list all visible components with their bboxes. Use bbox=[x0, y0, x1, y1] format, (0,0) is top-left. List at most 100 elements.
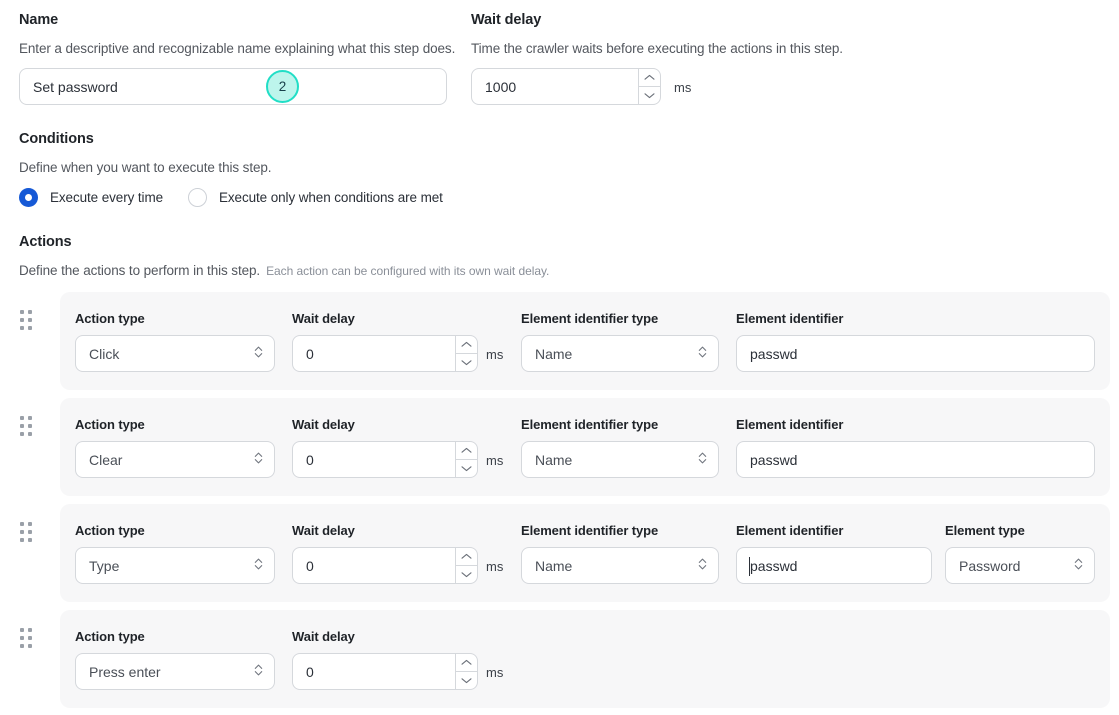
action-type-select[interactable]: Press enter bbox=[75, 653, 275, 690]
element-identifier-type-select[interactable]: Name bbox=[521, 441, 719, 478]
action-row: Action type Clear Wait delay 0 ms Elemen… bbox=[60, 398, 1110, 496]
action-type-value: Click bbox=[89, 345, 120, 362]
chevron-up-down-icon bbox=[698, 557, 707, 574]
conditions-description: Define when you want to execute this ste… bbox=[19, 160, 272, 175]
wait-delay-value: 0 bbox=[306, 557, 314, 574]
actions-label: Actions bbox=[19, 234, 72, 250]
action-type-label: Action type bbox=[75, 523, 145, 538]
element-identifier-type-value: Name bbox=[535, 345, 573, 362]
chevron-up-icon[interactable] bbox=[456, 654, 477, 672]
element-identifier-input[interactable]: passwd bbox=[736, 441, 1095, 478]
chevron-up-down-icon bbox=[254, 451, 263, 468]
element-identifier-type-value: Name bbox=[535, 557, 573, 574]
drag-handle[interactable] bbox=[20, 416, 36, 437]
chevron-down-icon[interactable] bbox=[456, 672, 477, 690]
actions-description: Define the actions to perform in this st… bbox=[19, 263, 550, 278]
wait-delay-unit: ms bbox=[486, 665, 504, 680]
radio-selected-icon[interactable] bbox=[19, 188, 38, 207]
conditions-label: Conditions bbox=[19, 131, 94, 147]
action-row: Action type Press enter Wait delay 0 ms bbox=[60, 610, 1110, 708]
radio-execute-every-time-label: Execute every time bbox=[50, 190, 163, 205]
drag-handle[interactable] bbox=[20, 628, 36, 649]
step-number-badge: 2 bbox=[266, 70, 299, 103]
wait-delay-label: Wait delay bbox=[292, 417, 355, 432]
step-wait-delay-label: Wait delay bbox=[471, 12, 542, 28]
element-identifier-value: passwd bbox=[750, 557, 798, 574]
chevron-down-icon[interactable] bbox=[456, 566, 477, 584]
element-identifier-input[interactable]: passwd bbox=[736, 335, 1095, 372]
wait-delay-unit: ms bbox=[486, 453, 504, 468]
wait-delay-stepper[interactable] bbox=[455, 336, 477, 371]
chevron-up-icon[interactable] bbox=[639, 69, 660, 87]
element-type-value: Password bbox=[959, 557, 1021, 574]
chevron-down-icon[interactable] bbox=[456, 354, 477, 372]
chevron-down-icon[interactable] bbox=[456, 460, 477, 478]
element-identifier-type-select[interactable]: Name bbox=[521, 547, 719, 584]
chevron-up-icon[interactable] bbox=[456, 336, 477, 354]
step-wait-delay-unit: ms bbox=[674, 80, 692, 95]
action-type-value: Type bbox=[89, 557, 120, 574]
step-wait-delay-stepper[interactable] bbox=[638, 69, 660, 104]
drag-handle[interactable] bbox=[20, 310, 36, 331]
action-row: Action type Type Wait delay 0 ms Element… bbox=[60, 504, 1110, 602]
wait-delay-label: Wait delay bbox=[292, 311, 355, 326]
element-identifier-value: passwd bbox=[750, 451, 798, 468]
wait-delay-input[interactable]: 0 bbox=[292, 335, 478, 372]
wait-delay-input[interactable]: 0 bbox=[292, 441, 478, 478]
radio-execute-when-conditions-met-label: Execute only when conditions are met bbox=[219, 190, 443, 205]
wait-delay-unit: ms bbox=[486, 347, 504, 362]
wait-delay-input[interactable]: 0 bbox=[292, 653, 478, 690]
chevron-up-down-icon bbox=[698, 451, 707, 468]
drag-handle[interactable] bbox=[20, 522, 36, 543]
element-identifier-value: passwd bbox=[750, 345, 798, 362]
chevron-up-down-icon bbox=[254, 557, 263, 574]
chevron-up-icon[interactable] bbox=[456, 548, 477, 566]
element-identifier-type-label: Element identifier type bbox=[521, 523, 659, 538]
element-identifier-label: Element identifier bbox=[736, 311, 844, 326]
name-label: Name bbox=[19, 12, 59, 28]
step-wait-delay-description: Time the crawler waits before executing … bbox=[471, 41, 843, 56]
radio-execute-when-conditions-met[interactable]: Execute only when conditions are met bbox=[188, 188, 443, 207]
radio-unselected-icon[interactable] bbox=[188, 188, 207, 207]
wait-delay-value: 0 bbox=[306, 345, 314, 362]
radio-execute-every-time[interactable]: Execute every time bbox=[19, 188, 163, 207]
chevron-up-down-icon bbox=[254, 345, 263, 362]
element-identifier-type-label: Element identifier type bbox=[521, 417, 659, 432]
wait-delay-stepper[interactable] bbox=[455, 654, 477, 689]
action-type-select[interactable]: Clear bbox=[75, 441, 275, 478]
element-identifier-label: Element identifier bbox=[736, 417, 844, 432]
element-identifier-label: Element identifier bbox=[736, 523, 844, 538]
action-type-value: Clear bbox=[89, 451, 123, 468]
chevron-down-icon[interactable] bbox=[639, 87, 660, 105]
wait-delay-value: 0 bbox=[306, 663, 314, 680]
action-type-label: Action type bbox=[75, 629, 145, 644]
step-wait-delay-input[interactable]: 1000 bbox=[471, 68, 661, 105]
action-type-label: Action type bbox=[75, 311, 145, 326]
element-type-label: Element type bbox=[945, 523, 1025, 538]
element-identifier-input[interactable]: passwd bbox=[736, 547, 932, 584]
element-type-select[interactable]: Password bbox=[945, 547, 1095, 584]
wait-delay-input[interactable]: 0 bbox=[292, 547, 478, 584]
step-wait-delay-value: 1000 bbox=[485, 78, 517, 95]
action-type-label: Action type bbox=[75, 417, 145, 432]
action-type-select[interactable]: Type bbox=[75, 547, 275, 584]
wait-delay-label: Wait delay bbox=[292, 523, 355, 538]
chevron-up-down-icon bbox=[1074, 557, 1083, 574]
name-input[interactable]: Set password bbox=[19, 68, 447, 105]
action-type-value: Press enter bbox=[89, 663, 161, 680]
element-identifier-type-label: Element identifier type bbox=[521, 311, 659, 326]
wait-delay-stepper[interactable] bbox=[455, 442, 477, 477]
chevron-up-down-icon bbox=[698, 345, 707, 362]
element-identifier-type-select[interactable]: Name bbox=[521, 335, 719, 372]
wait-delay-value: 0 bbox=[306, 451, 314, 468]
element-identifier-type-value: Name bbox=[535, 451, 573, 468]
step-number-badge-value: 2 bbox=[278, 79, 287, 94]
wait-delay-unit: ms bbox=[486, 559, 504, 574]
action-type-select[interactable]: Click bbox=[75, 335, 275, 372]
name-input-value: Set password bbox=[33, 78, 118, 95]
step-editor-panel: Name Enter a descriptive and recognizabl… bbox=[0, 0, 1119, 715]
wait-delay-stepper[interactable] bbox=[455, 548, 477, 583]
wait-delay-label: Wait delay bbox=[292, 629, 355, 644]
chevron-up-icon[interactable] bbox=[456, 442, 477, 460]
action-row: Action type Click Wait delay 0 ms Elemen… bbox=[60, 292, 1110, 390]
